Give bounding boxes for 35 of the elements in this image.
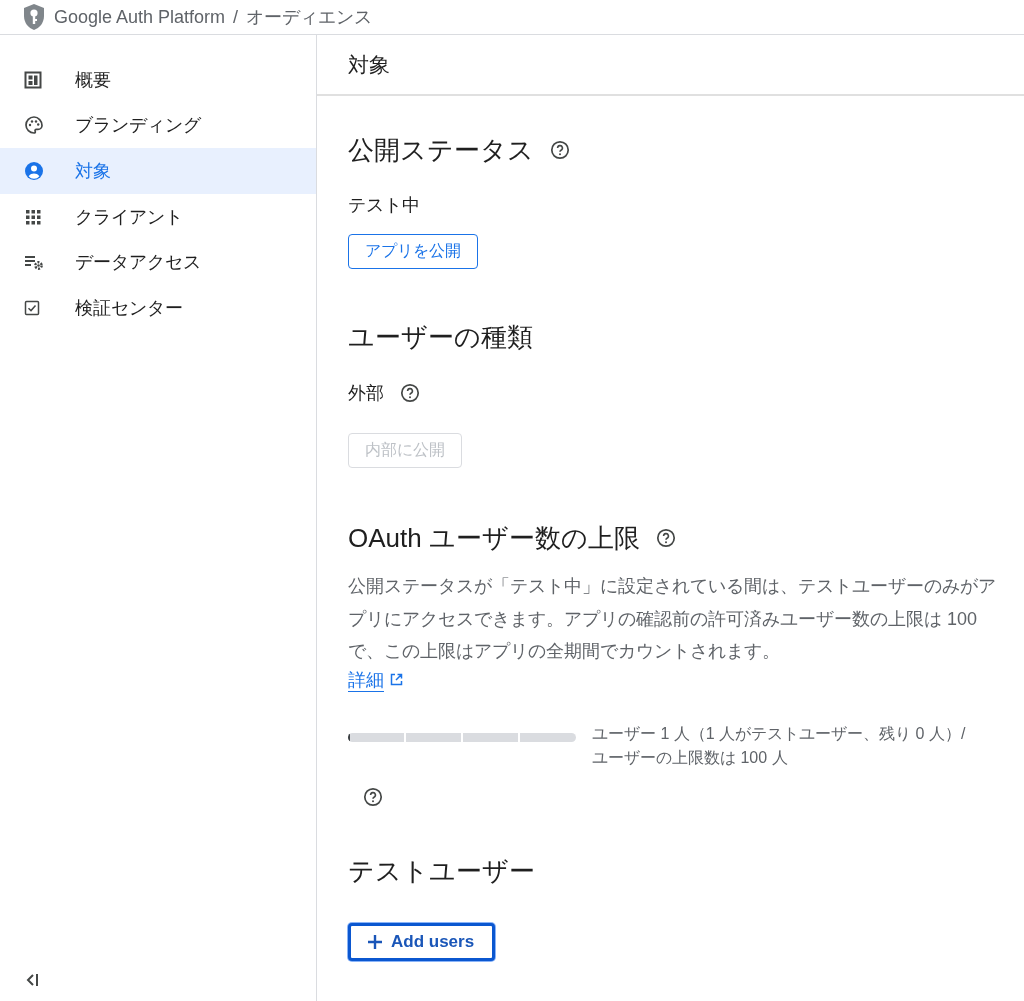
- plus-icon: [367, 933, 383, 950]
- section-heading: 公開ステータス: [348, 134, 534, 167]
- account-circle-icon: [24, 161, 44, 181]
- list-gear-icon: [24, 253, 44, 272]
- help-icon[interactable]: [363, 786, 383, 807]
- page-title: 対象: [348, 51, 390, 78]
- checkbox-icon: [24, 299, 40, 316]
- help-icon[interactable]: [550, 140, 570, 160]
- usage-reading: ユーザー 1 人（1 人がテストユーザー、残り 0 人）/ ユーザーの上限数は 100 人: [592, 723, 967, 768]
- description-text: 公開ステータスが「テスト中」に設定されている間は、テストユーザーのみがアプリにアクセスできます。アプリの確認前の許可済みユーザー数の上限は 100 で、この上限はアプリの全期間でカウントされます。: [348, 575, 997, 663]
- sidebar-item[interactable]: ブランディング: [0, 102, 316, 149]
- product-name: Google Auth Platform: [54, 6, 226, 28]
- grid-icon: [24, 207, 42, 226]
- section-heading: ユーザーの種類: [348, 321, 533, 354]
- status-text: テスト中: [348, 194, 420, 217]
- breadcrumb-page: オーディエンス: [246, 6, 373, 29]
- sidebar-item[interactable]: 検証センター: [0, 284, 316, 331]
- section-heading: OAuth ユーザー数の上限: [348, 522, 640, 555]
- add-users-button[interactable]: Add users: [348, 922, 496, 961]
- user-type-text: 外部: [348, 382, 384, 405]
- sidebar-item[interactable]: クライアント: [0, 193, 316, 240]
- collapse-icon[interactable]: [26, 973, 40, 987]
- section-heading: テストユーザー: [348, 854, 535, 888]
- sidebar-item[interactable]: 対象: [0, 148, 316, 194]
- publish-app-button[interactable]: アプリを公開: [348, 234, 478, 269]
- dashboard-icon: [24, 70, 42, 89]
- shield-key-icon: [22, 3, 46, 31]
- sidebar-item[interactable]: データアクセス: [0, 239, 316, 285]
- breadcrumb-separator: /: [233, 6, 239, 28]
- help-icon[interactable]: [655, 528, 676, 548]
- sidebar-item[interactable]: 概要: [0, 57, 316, 103]
- external-link-icon: [390, 673, 403, 686]
- palette-icon: [24, 115, 44, 136]
- help-icon[interactable]: [400, 383, 420, 403]
- details-link[interactable]: 詳細: [348, 667, 403, 692]
